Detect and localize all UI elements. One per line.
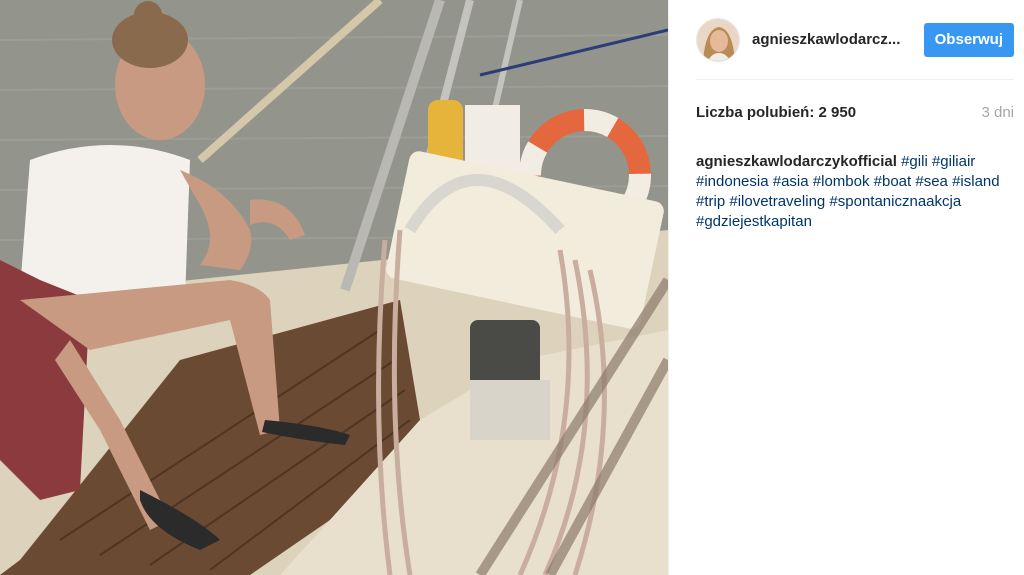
likes-count[interactable]: Liczba polubień: 2 950 bbox=[696, 104, 856, 121]
post-header: agnieszkawlodarcz... Obserwuj bbox=[696, 0, 1014, 80]
hashtag-link[interactable]: #giliair bbox=[932, 153, 975, 170]
instagram-post: agnieszkawlodarcz... Obserwuj Liczba pol… bbox=[0, 0, 1024, 575]
avatar[interactable] bbox=[696, 17, 740, 62]
post-meta: Liczba polubień: 2 950 3 dni bbox=[696, 80, 1014, 144]
hashtag-link[interactable]: #gdziejestkapitan bbox=[696, 213, 812, 230]
hashtag-link[interactable]: #gili bbox=[901, 153, 928, 170]
hashtag-link[interactable]: #sea bbox=[915, 173, 948, 190]
caption-author-link[interactable]: agnieszkawlodarczykofficial bbox=[696, 153, 897, 170]
boat-scene-illustration bbox=[0, 0, 668, 575]
hashtag-link[interactable]: #spontanicznaakcja bbox=[829, 193, 961, 210]
post-side-panel: agnieszkawlodarcz... Obserwuj Liczba pol… bbox=[669, 0, 1024, 575]
hashtag-link[interactable]: #indonesia bbox=[696, 173, 769, 190]
post-photo[interactable] bbox=[0, 0, 668, 575]
hashtag-link[interactable]: #boat bbox=[874, 173, 912, 190]
hashtag-link[interactable]: #asia bbox=[773, 173, 809, 190]
hashtag-link[interactable]: #island bbox=[952, 173, 1000, 190]
hashtag-link[interactable]: #ilovetraveling bbox=[729, 193, 825, 210]
avatar-image bbox=[697, 18, 739, 61]
follow-button[interactable]: Obserwuj bbox=[923, 22, 1014, 57]
hashtag-link[interactable]: #trip bbox=[696, 193, 725, 210]
post-age[interactable]: 3 dni bbox=[981, 104, 1014, 121]
hashtag-link[interactable]: #lombok bbox=[813, 173, 870, 190]
username-link[interactable]: agnieszkawlodarcz... bbox=[752, 31, 912, 48]
post-caption: agnieszkawlodarczykofficial #gili #gilia… bbox=[696, 144, 1014, 232]
